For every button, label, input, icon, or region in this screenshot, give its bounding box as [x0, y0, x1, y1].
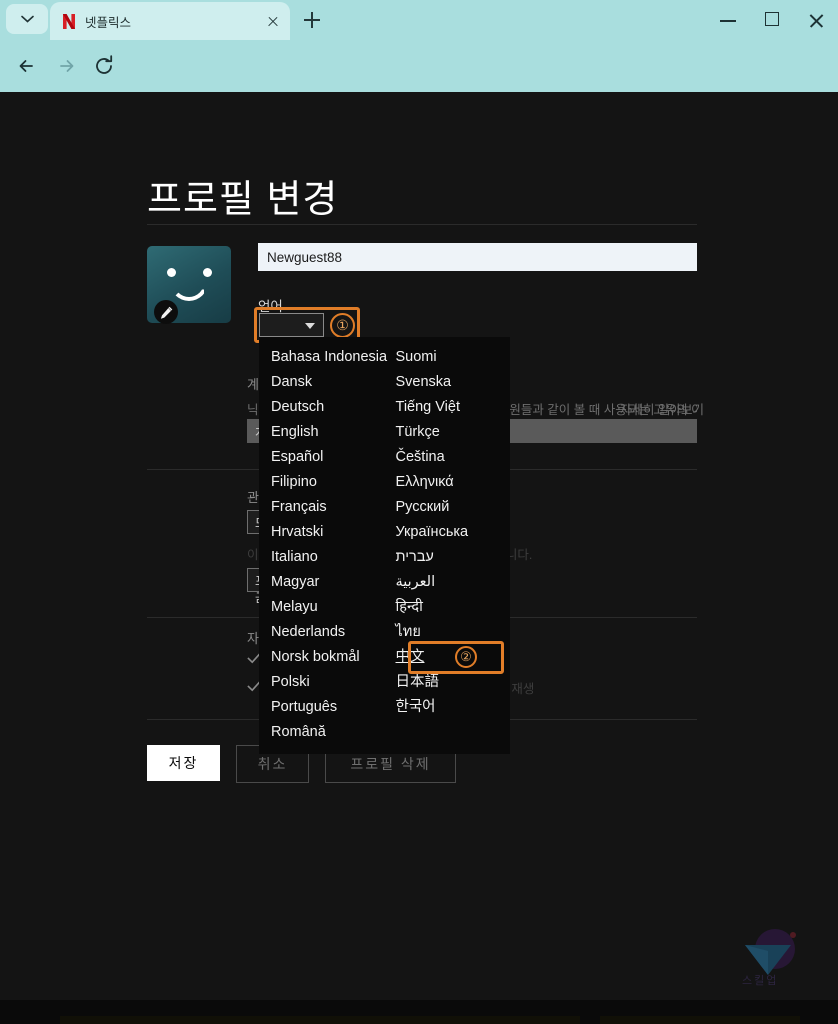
dropdown-column-right: Suomi Svenska Tiếng Việt Türkçe Čeština … [385, 345, 511, 750]
dropdown-option[interactable]: English [259, 420, 385, 445]
dropdown-option[interactable]: 日本語 [385, 670, 511, 695]
tab-title: 넷플릭스 [85, 15, 132, 30]
taskbar-items [60, 1016, 580, 1024]
dropdown-option[interactable]: Русский [385, 495, 511, 520]
dropdown-column-left: Bahasa Indonesia Dansk Deutsch English E… [259, 345, 387, 750]
edit-avatar-button[interactable] [154, 300, 178, 324]
window-controls [706, 0, 838, 40]
dropdown-option[interactable]: Melayu [259, 595, 385, 620]
dropdown-option[interactable]: Português [259, 695, 385, 720]
dropdown-option[interactable]: Čeština [385, 445, 511, 470]
language-dropdown[interactable]: Bahasa Indonesia Dansk Deutsch English E… [259, 337, 510, 754]
maximize-button[interactable] [750, 0, 794, 40]
dropdown-option[interactable]: ไทย [385, 620, 511, 645]
dropdown-option[interactable]: Français [259, 495, 385, 520]
dropdown-option[interactable]: Polski [259, 670, 385, 695]
dropdown-option-chinese[interactable]: 中文 [385, 645, 511, 670]
dropdown-option[interactable]: Norsk bokmål [259, 645, 385, 670]
title-divider [147, 224, 697, 225]
forward-button[interactable] [52, 52, 80, 80]
dropdown-option[interactable]: Hrvatski [259, 520, 385, 545]
learn-more-link[interactable]: 자세히 알아보기 [620, 399, 704, 418]
tab-strip: 넷플릭스 [0, 0, 838, 40]
dropdown-option[interactable]: Magyar [259, 570, 385, 595]
annotation-badge-2: ② [455, 646, 477, 668]
reload-button[interactable] [90, 52, 118, 80]
screen: 넷플릭스 프로필 변경 Newguest88 언어 회원들과 같이 볼 때 사용… [0, 0, 838, 1024]
watermark-text: 스킬업 [742, 975, 779, 987]
pencil-icon [160, 306, 172, 319]
language-dropdown-button[interactable] [259, 313, 324, 337]
dropdown-option[interactable]: Filipino [259, 470, 385, 495]
chevron-down-icon [305, 323, 315, 329]
language-label: 언어 [258, 299, 283, 314]
dropdown-option[interactable]: Türkçe [385, 420, 511, 445]
avatar-smile [170, 282, 208, 301]
minimize-button[interactable] [706, 0, 750, 40]
avatar-eye-right [203, 268, 212, 277]
back-button[interactable] [13, 52, 41, 80]
new-tab-button[interactable] [300, 8, 324, 32]
profile-name-input[interactable] [258, 243, 697, 271]
save-button[interactable]: 저장 [147, 745, 220, 781]
dropdown-option[interactable]: Italiano [259, 545, 385, 570]
browser-tab[interactable]: 넷플릭스 [50, 2, 290, 40]
annotation-badge-1: ① [330, 313, 355, 338]
browser-toolbar: netflix.com/profile... [0, 40, 838, 124]
forward-arrow-icon [60, 60, 74, 72]
dropdown-option[interactable]: Tiếng Việt [385, 395, 511, 420]
dropdown-option[interactable]: Español [259, 445, 385, 470]
tab-search-button[interactable] [6, 4, 48, 34]
dropdown-option[interactable]: Svenska [385, 370, 511, 395]
avatar-eye-left [167, 268, 176, 277]
dropdown-option[interactable]: עברית [385, 545, 511, 570]
page-content: 프로필 변경 언어 계정 닉네임: 닉네임은 모든 넷플릭스 계정에서 다른 넷… [0, 92, 838, 1000]
taskbar-tray [600, 1016, 800, 1024]
dropdown-option[interactable]: Bahasa Indonesia [259, 345, 387, 370]
page-title: 프로필 변경 [147, 179, 339, 221]
dropdown-option[interactable]: Dansk [259, 370, 385, 395]
netflix-logo-icon [63, 13, 75, 29]
dropdown-option[interactable]: Nederlands [259, 620, 385, 645]
dropdown-option[interactable]: Українська [385, 520, 511, 545]
dropdown-option[interactable]: Română [259, 720, 385, 745]
dropdown-option[interactable]: Deutsch [259, 395, 385, 420]
dropdown-option[interactable]: Ελληνικά [385, 470, 511, 495]
dropdown-option[interactable]: Suomi [385, 345, 511, 370]
reload-icon [96, 55, 113, 74]
dropdown-option[interactable]: 한국어 [385, 695, 511, 720]
browser-chrome: 넷플릭스 [0, 0, 838, 124]
window-close-button[interactable] [794, 0, 838, 40]
dropdown-option[interactable]: العربية [385, 570, 511, 595]
chevron-down-icon [20, 15, 34, 23]
dropdown-option[interactable]: हिन्दी [385, 595, 511, 620]
back-arrow-icon [19, 60, 33, 72]
tab-close-icon[interactable] [264, 12, 282, 30]
